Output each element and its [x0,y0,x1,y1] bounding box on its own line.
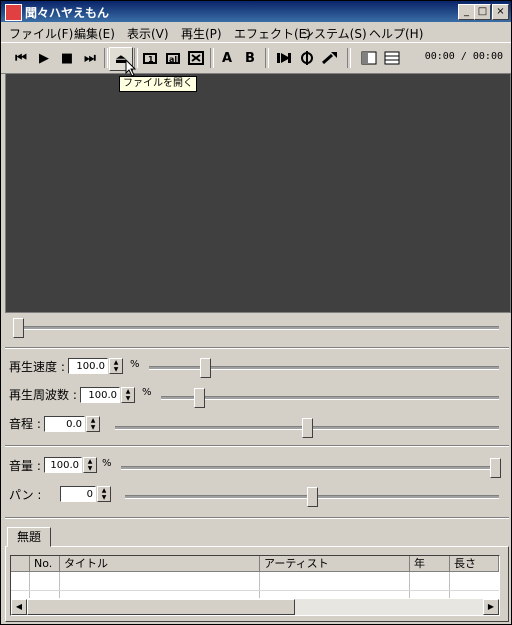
menu-file[interactable]: ファイル(F) [9,25,73,42]
divider [5,517,509,519]
grid-line [409,572,410,598]
volume-spinner[interactable]: ▲ ▼ [83,457,97,473]
column-header-no[interactable]: No. [30,556,60,572]
pitch-spinner[interactable]: ▲ ▼ [86,416,100,432]
horizontal-scrollbar[interactable]: ◀ ▶ [11,599,499,615]
video-area [5,73,511,313]
playlist-grid[interactable]: No. タイトル アーティスト 年 長さ ◀ ▶ [10,555,500,616]
svg-text:all: all [169,55,180,64]
toolbar: ⏮ ▶ ■ ⏭ ⏏ 1 all A B 00:00 / 00:00 [1,42,511,74]
grid-line [29,572,30,598]
minimize-button[interactable]: _ [458,4,475,20]
toolbar-separator [210,48,214,68]
frequency-spinner[interactable]: ▲ ▼ [121,387,135,403]
speed-input[interactable]: 100.0 [68,358,108,374]
grid-line [449,572,450,598]
menu-view[interactable]: 表示(V) [127,25,169,42]
frequency-track[interactable] [161,396,499,400]
speed-spinner[interactable]: ▲ ▼ [109,358,123,374]
app-icon [5,4,22,21]
app-window: 聞々ハヤえもん _ □ × ファイル(F) 編集(E) 表示(V) 再生(P) … [0,0,512,625]
play-icon[interactable]: ▶ [33,47,55,69]
marker-add-icon[interactable] [319,47,341,69]
scroll-left-icon[interactable]: ◀ [11,599,27,615]
menu-bar: ファイル(F) 編集(E) 表示(V) 再生(P) エフェクト(E) システム(… [1,22,511,42]
marker-a-button[interactable]: A [216,47,238,69]
frequency-label: 再生周波数 : [9,388,77,402]
pitch-input[interactable]: 0.0 [44,416,85,432]
grid-row-line [11,590,499,591]
playlist-tab[interactable]: 無題 [7,527,51,547]
seek-track[interactable] [15,326,499,330]
speed-thumb[interactable] [200,358,211,378]
marker-set-icon[interactable] [296,47,318,69]
time-display: 00:00 / 00:00 [424,51,503,62]
volume-input[interactable]: 100.0 [44,457,82,473]
loop-all-icon[interactable]: all [162,47,184,69]
speed-label: 再生速度 : [9,360,65,374]
pan-label: パン : [9,488,42,502]
close-button[interactable]: × [492,4,509,20]
speed-unit: % [130,359,140,370]
tooltip: ファイルを開く [119,76,197,92]
marker-b-button[interactable]: B [239,47,261,69]
divider [5,445,509,447]
svg-text:1: 1 [148,55,154,64]
menu-play[interactable]: 再生(P) [181,25,222,42]
title-bar[interactable]: 聞々ハヤえもん _ □ × [1,1,511,22]
next-icon[interactable]: ⏭ [79,47,101,69]
frequency-unit: % [142,387,152,398]
menu-edit[interactable]: 編集(E) [74,25,115,42]
volume-thumb[interactable] [490,458,501,478]
column-header-year[interactable]: 年 [410,556,450,572]
column-header-length[interactable]: 長さ [450,556,499,572]
frequency-input[interactable]: 100.0 [80,387,120,403]
scroll-right-icon[interactable]: ▶ [483,599,499,615]
menu-system[interactable]: システム(S) [302,25,367,42]
scroll-thumb[interactable] [27,599,295,615]
grid-line [259,572,260,598]
layout-vertical-icon[interactable] [358,47,380,69]
toolbar-separator [265,48,269,68]
ab-loop-icon[interactable] [273,47,295,69]
menu-help[interactable]: ヘルプ(H) [369,25,423,42]
column-header-select[interactable] [11,556,30,572]
divider [5,347,509,349]
pan-spinner[interactable]: ▲ ▼ [97,486,111,502]
pitch-thumb[interactable] [302,418,313,438]
previous-icon[interactable]: ⏮ [10,47,32,69]
stop-icon[interactable]: ■ [56,47,78,69]
window-title: 聞々ハヤえもん [25,6,110,20]
pan-input[interactable]: 0 [60,486,96,502]
pan-thumb[interactable] [307,487,318,507]
volume-track[interactable] [121,466,499,470]
maximize-button[interactable]: □ [474,4,491,20]
toolbar-separator [104,48,108,68]
pitch-label: 音程 : [9,417,41,431]
loop-one-icon[interactable]: 1 [139,47,161,69]
volume-label: 音量 : [9,459,41,473]
mouse-cursor-icon [125,59,137,77]
column-header-artist[interactable]: アーティスト [260,556,410,572]
grid-line [59,572,60,598]
column-header-title[interactable]: タイトル [60,556,260,572]
volume-unit: % [102,458,112,469]
frequency-thumb[interactable] [194,388,205,408]
toolbar-separator [347,48,351,68]
seek-thumb[interactable] [13,318,24,338]
menu-effect[interactable]: エフェクト(E) [234,25,311,42]
layout-horizontal-icon[interactable] [381,47,403,69]
random-icon[interactable] [185,47,207,69]
